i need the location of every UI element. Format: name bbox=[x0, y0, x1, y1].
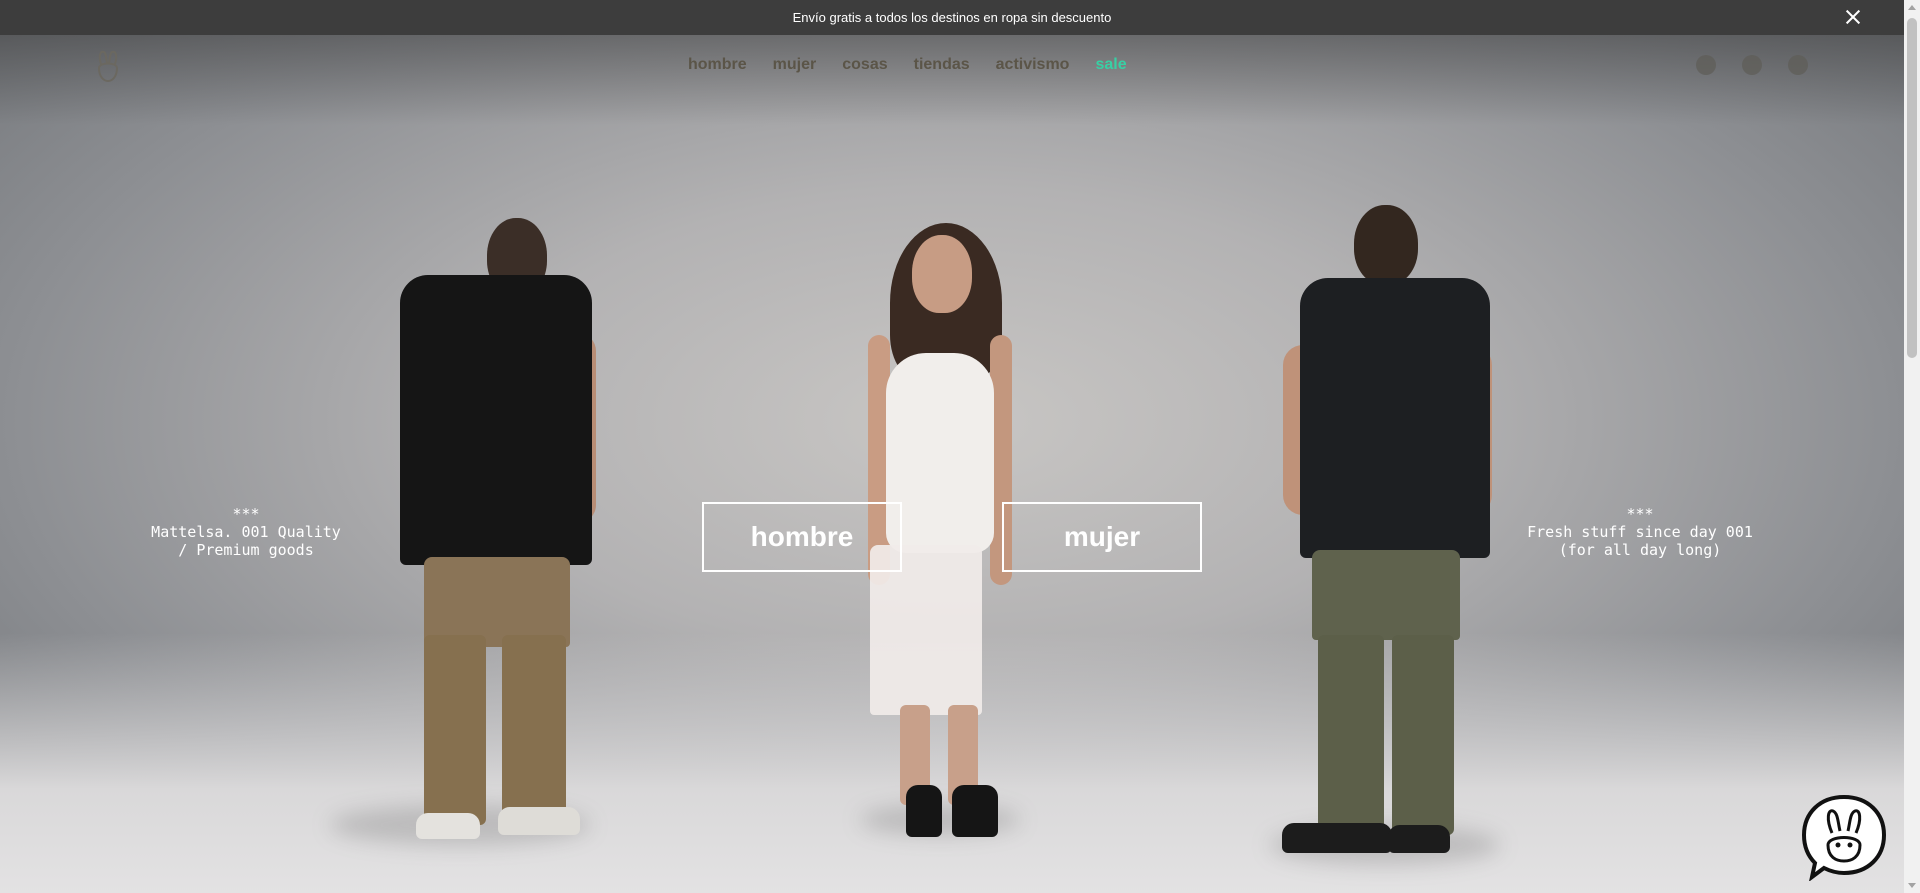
model-pants bbox=[424, 557, 570, 647]
nav-cosas[interactable]: cosas bbox=[842, 56, 887, 74]
right-note-line2: (for all day long) bbox=[1558, 541, 1722, 559]
model-head bbox=[1354, 205, 1418, 285]
account-icon[interactable] bbox=[1696, 55, 1716, 75]
nav-tiendas[interactable]: tiendas bbox=[914, 56, 970, 74]
model-shirt bbox=[400, 275, 592, 565]
model-shoe bbox=[1282, 823, 1392, 853]
close-icon[interactable] bbox=[1842, 6, 1864, 28]
left-note: *** Mattelsa. 001 Quality / Premium good… bbox=[146, 505, 346, 559]
search-icon[interactable] bbox=[1742, 55, 1762, 75]
scroll-thumb[interactable] bbox=[1907, 18, 1917, 358]
left-note-line1: Mattelsa. 001 Quality bbox=[151, 523, 341, 541]
right-note-stars: *** bbox=[1626, 505, 1654, 523]
chat-bunny-icon[interactable] bbox=[1800, 793, 1888, 881]
model-sandal bbox=[906, 785, 942, 837]
scroll-up-icon[interactable] bbox=[1908, 5, 1916, 10]
model-shirt bbox=[1300, 278, 1490, 558]
nav-sale[interactable]: sale bbox=[1095, 56, 1126, 74]
announcement-bar: Envío gratis a todos los destinos en rop… bbox=[0, 0, 1904, 35]
announcement-text: Envío gratis a todos los destinos en rop… bbox=[792, 10, 1112, 25]
page-scrollbar[interactable] bbox=[1904, 0, 1920, 893]
nav-mujer[interactable]: mujer bbox=[773, 56, 817, 74]
model-head bbox=[912, 235, 972, 313]
cart-icon[interactable] bbox=[1788, 55, 1808, 75]
shop-hombre-button[interactable]: hombre bbox=[702, 502, 902, 572]
model-shoe bbox=[1388, 825, 1450, 853]
right-note: *** Fresh stuff since day 001 (for all d… bbox=[1520, 505, 1760, 559]
header-icons bbox=[1696, 55, 1808, 75]
model-leg bbox=[424, 635, 486, 825]
model-shoe bbox=[498, 807, 580, 835]
model-dress bbox=[886, 353, 994, 553]
left-note-stars: *** bbox=[232, 505, 260, 523]
shop-mujer-button[interactable]: mujer bbox=[1002, 502, 1202, 572]
right-note-line1: Fresh stuff since day 001 bbox=[1527, 523, 1753, 541]
main-nav: hombre mujer cosas tiendas activismo sal… bbox=[688, 56, 1127, 74]
nav-activismo[interactable]: activismo bbox=[996, 56, 1070, 74]
model-pants bbox=[1312, 550, 1460, 640]
model-leg bbox=[1318, 635, 1384, 835]
model-leg bbox=[502, 635, 566, 825]
model-sandal bbox=[952, 785, 998, 837]
left-note-line2: / Premium goods bbox=[178, 541, 314, 559]
nav-hombre[interactable]: hombre bbox=[688, 56, 747, 74]
hero: hombre mujer cosas tiendas activismo sal… bbox=[0, 35, 1904, 893]
model-shoe bbox=[416, 813, 480, 839]
bunny-logo-icon[interactable] bbox=[94, 50, 122, 82]
model-leg bbox=[1392, 635, 1454, 835]
scroll-down-icon[interactable] bbox=[1908, 883, 1916, 888]
